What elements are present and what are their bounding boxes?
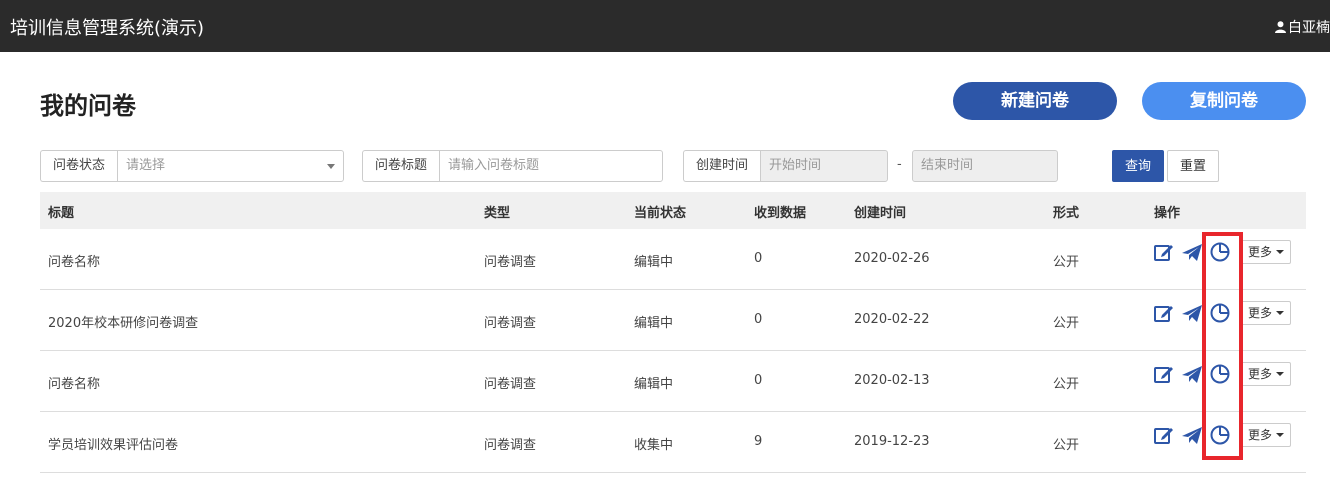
row-title[interactable]: 问卷名称 [48,251,100,270]
row-count: 9 [754,434,763,449]
table-row: 问卷名称 问卷调查 编辑中 0 2020-02-26 公开 更多 [40,229,1306,290]
more-label: 更多 [1248,306,1273,320]
created-time-filter: 创建时间 开始时间 [683,150,889,182]
row-form: 公开 [1053,255,1080,270]
caret-down-icon [1276,250,1285,254]
title-input-placeholder: 请输入问卷标题 [448,158,540,173]
table-row: 学员培训效果评估问卷 问卷调查 收集中 9 2019-12-23 公开 更多 [40,412,1306,473]
user-icon [1275,21,1286,33]
pie-chart-icon[interactable] [1209,424,1231,446]
paper-plane-icon[interactable] [1181,424,1203,446]
row-count: 0 [754,312,763,327]
more-dropdown-button[interactable]: 更多 [1241,362,1292,386]
start-date-placeholder: 开始时间 [769,158,822,173]
row-title[interactable]: 学员培训效果评估问卷 [48,434,178,453]
pie-chart-icon[interactable] [1209,302,1231,324]
status-select[interactable]: 请选择 [117,150,345,182]
more-dropdown-button[interactable]: 更多 [1241,240,1292,264]
row-actions: 更多 [1153,301,1292,325]
row-status: 编辑中 [634,255,674,270]
row-form: 公开 [1053,377,1080,392]
created-time-label: 创建时间 [683,150,761,182]
pie-chart-icon[interactable] [1209,241,1231,263]
table-row: 2020年校本研修问卷调查 问卷调查 编辑中 0 2020-02-22 公开 更… [40,290,1306,351]
end-date-placeholder: 结束时间 [921,158,974,173]
row-actions: 更多 [1153,423,1292,447]
row-count: 0 [754,373,763,388]
row-created: 2020-02-22 [854,312,930,327]
title-filter-label: 问卷标题 [362,150,440,182]
page-title: 我的问卷 [40,92,136,120]
edit-icon[interactable] [1153,302,1175,324]
caret-down-icon [1276,433,1285,437]
row-count: 0 [754,251,763,266]
copy-survey-button[interactable]: 复制问卷 [1142,82,1306,120]
column-header-created: 创建时间 [854,206,907,221]
row-status: 编辑中 [634,316,674,331]
row-type: 问卷调查 [484,316,537,331]
edit-icon[interactable] [1153,363,1175,385]
new-survey-button[interactable]: 新建问卷 [953,82,1117,120]
table-header: 标题 类型 当前状态 收到数据 创建时间 形式 操作 [40,192,1306,229]
status-select-placeholder: 请选择 [126,158,166,173]
column-header-count: 收到数据 [754,206,807,221]
row-type: 问卷调查 [484,255,537,270]
edit-icon[interactable] [1153,424,1175,446]
more-dropdown-button[interactable]: 更多 [1241,423,1292,447]
chevron-down-icon [327,164,336,169]
user-name: 白亚楠 [1288,20,1330,36]
query-button[interactable]: 查询 [1112,150,1164,182]
row-actions: 更多 [1153,362,1292,386]
row-status: 收集中 [634,438,674,453]
row-created: 2020-02-26 [854,251,930,266]
title-filter: 问卷标题 请输入问卷标题 [362,150,664,182]
row-title[interactable]: 问卷名称 [48,373,100,392]
reset-button[interactable]: 重置 [1167,150,1219,182]
date-range-separator: - [897,157,902,172]
paper-plane-icon[interactable] [1181,241,1203,263]
row-status: 编辑中 [634,377,674,392]
start-date-input[interactable]: 开始时间 [760,150,889,182]
user-menu[interactable]: 白亚楠 [1275,17,1330,37]
row-created: 2020-02-13 [854,373,930,388]
row-actions: 更多 [1153,240,1292,264]
app-title: 培训信息管理系统(演示) [10,18,205,39]
more-label: 更多 [1248,245,1273,259]
top-bar: 培训信息管理系统(演示) 白亚楠 [0,0,1330,52]
more-label: 更多 [1248,367,1273,381]
paper-plane-icon[interactable] [1181,302,1203,324]
caret-down-icon [1276,372,1285,376]
row-type: 问卷调查 [484,377,537,392]
row-form: 公开 [1053,438,1080,453]
paper-plane-icon[interactable] [1181,363,1203,385]
column-header-actions: 操作 [1154,206,1181,221]
status-filter: 问卷状态 请选择 [40,150,345,182]
row-form: 公开 [1053,316,1080,331]
column-header-form: 形式 [1053,206,1080,221]
status-filter-label: 问卷状态 [40,150,118,182]
column-header-title: 标题 [48,206,75,221]
column-header-status: 当前状态 [634,206,687,221]
caret-down-icon [1276,311,1285,315]
column-header-type: 类型 [484,206,511,221]
end-date-input[interactable]: 结束时间 [912,150,1058,182]
end-date-group: 结束时间 [912,150,1058,182]
edit-icon[interactable] [1153,241,1175,263]
table-row: 问卷名称 问卷调查 编辑中 0 2020-02-13 公开 更多 [40,351,1306,412]
pie-chart-icon[interactable] [1209,363,1231,385]
row-created: 2019-12-23 [854,434,930,449]
more-dropdown-button[interactable]: 更多 [1241,301,1292,325]
row-type: 问卷调查 [484,438,537,453]
row-title[interactable]: 2020年校本研修问卷调查 [48,312,198,331]
title-search-input[interactable]: 请输入问卷标题 [439,150,664,182]
more-label: 更多 [1248,428,1273,442]
survey-table: 标题 类型 当前状态 收到数据 创建时间 形式 操作 问卷名称 问卷调查 编辑中… [40,192,1306,473]
